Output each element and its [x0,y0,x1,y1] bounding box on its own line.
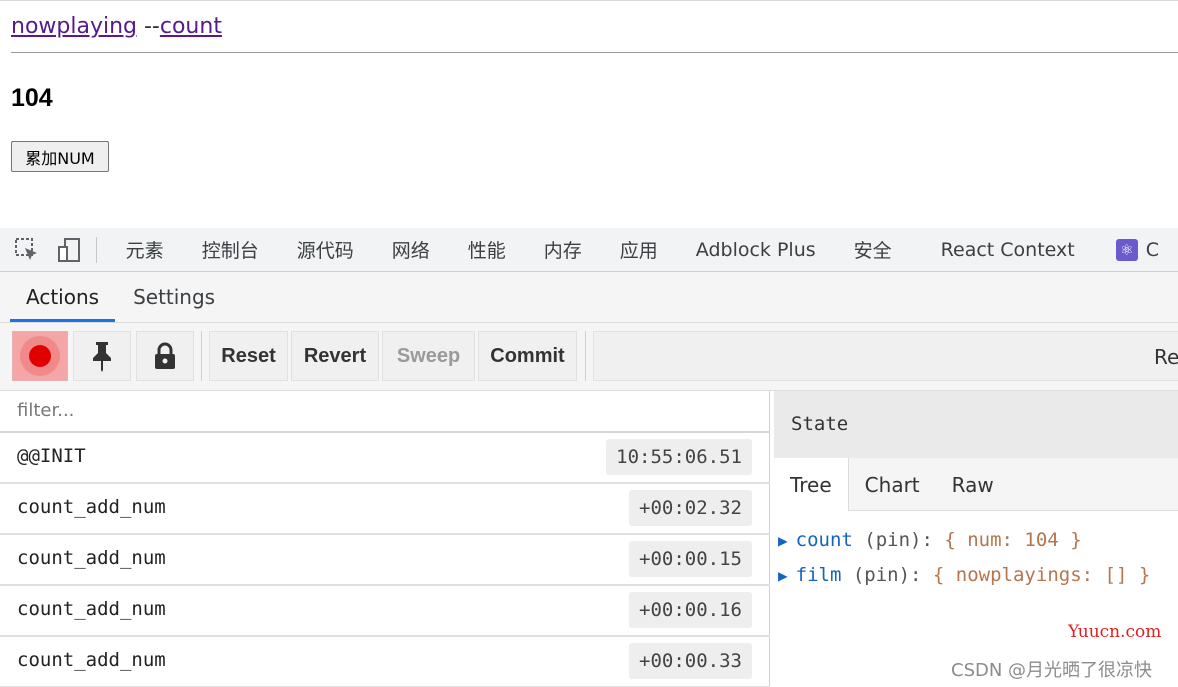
tab-components[interactable]: ⚛ C [1094,238,1178,261]
record-icon [20,336,60,376]
action-row[interactable]: count_add_num +00:00.33 [0,637,770,687]
action-time: 10:55:06.51 [606,439,752,475]
record-button[interactable] [12,331,68,381]
tree-node-count[interactable]: ▶ count (pin): { num: 104 } [778,529,1082,551]
toolbar-separator [95,236,97,263]
devtools-tab-bar: 元素 控制台 源代码 网络 性能 内存 应用 Adblock Plus 安全 R… [0,228,1178,272]
action-row[interactable]: count_add_num +00:02.32 [0,484,770,535]
action-row[interactable]: @@INIT 10:55:06.51 [0,433,770,484]
tab-sources[interactable]: 源代码 [278,236,373,263]
action-time: +00:00.16 [629,592,752,628]
tab-chart[interactable]: Chart [849,458,936,511]
sweep-button[interactable]: Sweep [382,331,475,381]
toolbar-spacer [593,331,1178,381]
react-atom-icon: ⚛ [1115,238,1138,261]
expand-arrow-icon[interactable]: ▶ [778,531,788,550]
commit-button[interactable]: Commit [478,331,577,381]
persist-button[interactable] [73,331,131,381]
toolbar-right-label[interactable]: Rea [1154,345,1178,369]
nav-link-count[interactable]: count [160,14,222,39]
inspect-element-icon[interactable] [0,228,48,272]
tree-key: film [795,564,842,586]
tab-tree[interactable]: Tree [774,458,849,511]
state-title: State [774,391,1178,458]
revert-button[interactable]: Revert [291,331,379,381]
redux-toolbar: Reset Revert Sweep Commit Rea [0,323,1178,391]
tab-network[interactable]: 网络 [373,236,449,263]
tab-react-context[interactable]: React Context [911,239,1094,261]
reset-button[interactable]: Reset [209,331,288,381]
lock-icon [155,342,175,369]
action-name: count_add_num [17,547,166,569]
nav-bar: nowplaying --count [11,14,222,39]
tab-performance[interactable]: 性能 [449,236,525,263]
tab-security[interactable]: 安全 [835,236,911,263]
filter-input[interactable]: filter... [0,391,770,433]
state-pane: State Tree Chart Raw ▶ count (pin): { num… [774,391,1178,687]
redux-subtabs: Actions Settings [0,272,1178,323]
tree-pin: (pin): [852,529,933,551]
tab-console[interactable]: 控制台 [183,236,278,263]
pin-icon [93,342,111,372]
site-watermark: Yuucn.com [1068,622,1162,642]
tab-memory[interactable]: 内存 [525,236,601,263]
nav-separator: -- [137,14,160,39]
expand-arrow-icon[interactable]: ▶ [778,566,788,585]
tab-components-label: C [1145,238,1159,261]
tab-adblock-plus[interactable]: Adblock Plus [677,239,835,261]
tab-actions[interactable]: Actions [10,271,116,322]
add-num-button[interactable]: 累加NUM [11,141,109,172]
tree-value: { num: 104 } [932,529,1082,551]
device-toolbar-icon[interactable] [48,228,90,272]
action-row[interactable]: count_add_num +00:00.15 [0,535,770,586]
tree-pin: (pin): [841,564,922,586]
action-name: count_add_num [17,649,166,671]
lock-button[interactable] [136,331,194,381]
nav-link-nowplaying[interactable]: nowplaying [11,14,137,39]
action-time: +00:00.15 [629,541,752,577]
tree-node-film[interactable]: ▶ film (pin): { nowplayings: [] } [778,564,1150,586]
toolbar-separator [585,331,586,381]
action-name: count_add_num [17,496,166,518]
author-watermark: CSDN @月光晒了很凉快 [951,660,1153,681]
action-time: +00:00.33 [629,643,752,679]
tab-application[interactable]: 应用 [601,236,677,263]
count-value: 104 [11,84,53,112]
action-name: @@INIT [17,445,86,467]
tree-value: { nowplayings: [] } [921,564,1151,586]
app-page: nowplaying --count 104 累加NUM [0,0,1178,228]
tab-elements[interactable]: 元素 [107,236,183,263]
action-time: +00:02.32 [629,490,752,526]
toolbar-separator [201,331,202,381]
action-name: count_add_num [17,598,166,620]
tree-key: count [795,529,853,551]
actions-pane: filter... @@INIT 10:55:06.51 count_add_n… [0,391,770,687]
state-tabs: Tree Chart Raw [774,458,1178,511]
tab-settings[interactable]: Settings [117,271,231,322]
tab-raw[interactable]: Raw [936,458,1010,511]
divider [11,52,1178,53]
action-row[interactable]: count_add_num +00:00.16 [0,586,770,637]
